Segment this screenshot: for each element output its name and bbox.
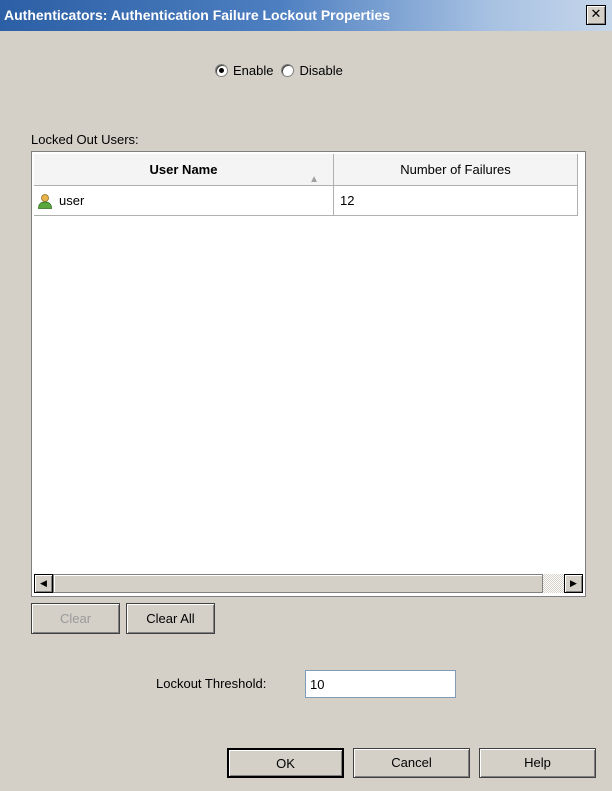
table-row[interactable]: user 12 <box>34 186 578 216</box>
disable-radio-label[interactable]: Disable <box>299 63 342 78</box>
title-bar: Authenticators: Authentication Failure L… <box>0 0 612 31</box>
arrow-left-icon: ◀ <box>40 578 47 588</box>
column-header-label: Number of Failures <box>400 162 511 177</box>
horizontal-scrollbar[interactable]: ◀ ▶ <box>34 574 583 593</box>
cancel-button[interactable]: Cancel <box>353 748 470 778</box>
scrollbar-track[interactable] <box>543 574 564 593</box>
lockout-threshold-input[interactable] <box>305 670 456 698</box>
column-header-label: User Name <box>149 162 218 177</box>
enable-radio-label[interactable]: Enable <box>233 63 273 78</box>
enable-radio[interactable] <box>215 64 228 77</box>
lockout-properties-dialog: Authenticators: Authentication Failure L… <box>0 0 612 791</box>
clear-button[interactable]: Clear <box>31 603 120 634</box>
column-header-number-of-failures[interactable]: Number of Failures <box>334 154 578 186</box>
enable-disable-radio-group: Enable Disable <box>215 63 351 78</box>
help-button[interactable]: Help <box>479 748 596 778</box>
disable-radio[interactable] <box>281 64 295 77</box>
user-icon <box>38 193 52 209</box>
user-name-text: user <box>59 193 85 208</box>
scroll-right-button[interactable]: ▶ <box>564 574 583 593</box>
user-name-cell[interactable]: user <box>34 186 334 216</box>
arrow-right-icon: ▶ <box>570 578 577 588</box>
lockout-threshold-label: Lockout Threshold: <box>156 676 267 691</box>
column-header-user-name[interactable]: User Name ▲ <box>34 154 334 186</box>
scrollbar-thumb[interactable] <box>53 574 543 593</box>
locked-out-users-table: User Name ▲ Number of Failures user 12 ◀ <box>31 151 586 597</box>
scroll-left-button[interactable]: ◀ <box>34 574 53 593</box>
window-title: Authenticators: Authentication Failure L… <box>4 7 391 23</box>
clear-all-button[interactable]: Clear All <box>126 603 215 634</box>
table-header: User Name ▲ Number of Failures <box>34 154 578 186</box>
locked-out-users-label: Locked Out Users: <box>31 132 139 147</box>
number-of-failures-cell[interactable]: 12 <box>334 186 578 216</box>
ok-button[interactable]: OK <box>227 748 344 778</box>
failures-text: 12 <box>340 193 355 208</box>
close-icon: ✕ <box>590 7 602 22</box>
close-button[interactable]: ✕ <box>586 5 606 25</box>
